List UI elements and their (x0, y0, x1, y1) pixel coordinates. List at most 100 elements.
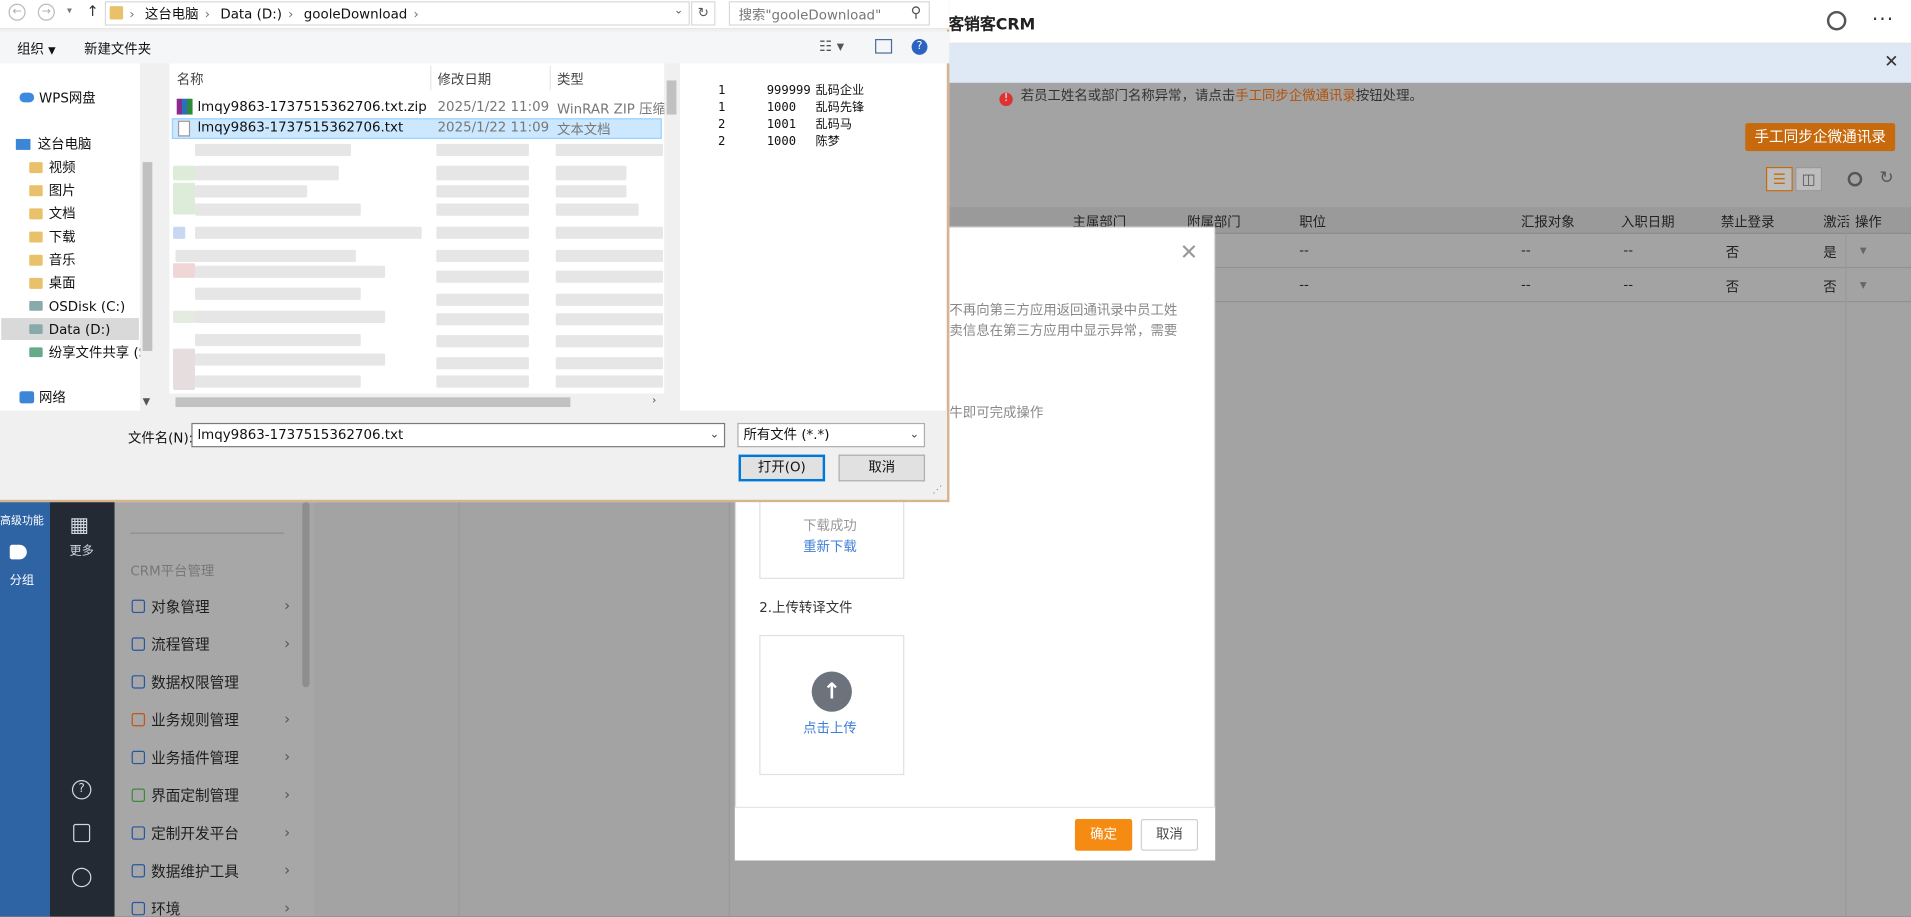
sync-link[interactable]: 手工同步企微通讯录 (1235, 88, 1356, 104)
up-icon[interactable]: ↑ (87, 2, 99, 19)
file-list-vertical-thumb[interactable] (666, 80, 677, 115)
filename-value: lmqy9863-1737515362706.txt (197, 426, 404, 443)
breadcrumb-data-d[interactable]: Data (D:) (220, 6, 282, 22)
tree-item-share-drive[interactable]: 纷享文件共享 (S: (29, 341, 152, 363)
file-list-horizontal-thumb[interactable] (175, 397, 571, 408)
tree-item-desktop[interactable]: 桌面 (29, 272, 76, 294)
blurred-file-row (175, 249, 356, 263)
close-notice-icon[interactable]: ✕ (1884, 52, 1898, 72)
list-view-icon[interactable]: ☰ (1765, 166, 1793, 192)
cell-join-date: -- (1623, 276, 1634, 293)
new-folder-button[interactable]: 新建文件夹 (84, 39, 151, 59)
address-dropdown-icon[interactable]: ⌄ (674, 5, 683, 17)
file-row-zip[interactable]: lmqy9863-1737515362706.txt.zip 2025/1/22… (172, 98, 679, 119)
file-row-txt-selected[interactable]: lmqy9863-1737515362706.txt 2025/1/22 11:… (171, 118, 662, 139)
menu-item-data-maintenance[interactable]: 数据维护工具 › (131, 858, 290, 882)
preview-pane-icon[interactable] (875, 39, 893, 54)
tree-item-music[interactable]: 音乐 (29, 249, 76, 271)
sync-wecom-button[interactable]: 手工同步企微通讯录 (1745, 123, 1896, 152)
back-icon[interactable]: ← (8, 3, 26, 21)
organize-button[interactable]: 组织 ▼ (17, 39, 56, 59)
clock-icon[interactable] (71, 867, 92, 888)
network-drive-icon (29, 347, 43, 358)
refresh-icon[interactable]: ↻ (1879, 168, 1893, 188)
filename-input[interactable]: lmqy9863-1737515362706.txt ⌄ (191, 422, 726, 448)
chevron-right-icon: › (284, 823, 291, 841)
tree-item-pictures[interactable]: 图片 (29, 179, 76, 201)
modal-cancel-button[interactable]: 取消 (1140, 819, 1199, 851)
tree-item-downloads[interactable]: 下载 (29, 225, 76, 247)
preview-cell: 2 (717, 135, 726, 149)
help-icon[interactable]: ? (71, 780, 92, 800)
book-icon[interactable] (73, 823, 91, 843)
file-name: lmqy9863-1737515362706.txt.zip (197, 98, 427, 115)
upload-label[interactable]: 点击上传 (803, 718, 857, 738)
column-divider (430, 65, 432, 91)
dialog-cancel-button[interactable]: 取消 (838, 454, 926, 482)
chevron-down-icon[interactable]: ⌄ (910, 424, 919, 446)
tree-item-videos[interactable]: 视频 (29, 156, 76, 178)
tag-icon[interactable] (9, 544, 27, 560)
menu-item-process-management[interactable]: 流程管理 › (131, 631, 290, 655)
tree-label: 文档 (48, 205, 76, 222)
modal-close-icon[interactable]: ✕ (1180, 242, 1198, 265)
navigation-scroll-thumb[interactable] (142, 162, 153, 351)
tree-item-d-drive[interactable]: Data (D:) (29, 318, 110, 340)
forward-icon[interactable]: → (37, 3, 55, 21)
grid-icon[interactable]: ▦ (69, 513, 89, 537)
group-label[interactable]: 分组 (10, 569, 34, 587)
menu-item-business-plugins[interactable]: 业务插件管理 › (131, 745, 290, 769)
dialog-help-icon[interactable]: ? (911, 39, 928, 55)
tree-item-this-pc[interactable]: 这台电脑 (15, 133, 91, 155)
cell-report-to: -- (1521, 276, 1531, 293)
scroll-down-icon[interactable]: ▼ (143, 396, 151, 407)
blurred-file-row (555, 249, 663, 263)
address-refresh-icon[interactable]: ↻ (691, 1, 716, 26)
chevron-down-icon[interactable]: ⌄ (710, 424, 719, 446)
column-name[interactable]: 名称 (177, 69, 204, 89)
search-input[interactable]: 搜索"gooleDownload" ⚲ (728, 1, 930, 26)
open-button[interactable]: 打开(O) (738, 454, 826, 482)
recent-locations-icon[interactable]: ▾ (67, 5, 72, 16)
more-label[interactable]: 更多 (69, 540, 93, 558)
menu-item-data-permission[interactable]: 数据权限管理 (131, 669, 290, 693)
tree-item-wps[interactable]: WPS网盘 (19, 87, 96, 109)
file-type: 文本文档 (556, 121, 611, 138)
file-type-filter[interactable]: 所有文件 (*.*) ⌄ (737, 422, 926, 448)
row-dropdown-icon[interactable]: ▾ (1860, 243, 1867, 259)
resize-grip-icon[interactable]: ⋰ (932, 484, 942, 495)
split-view-icon[interactable]: ◫ (1795, 166, 1823, 192)
blurred-file-row (555, 165, 627, 181)
menu-item-label: 业务插件管理 (151, 748, 239, 766)
confirm-button[interactable]: 确定 (1074, 819, 1133, 851)
column-date[interactable]: 修改日期 (438, 69, 492, 89)
column-type[interactable]: 类型 (557, 69, 584, 89)
menu-item-custom-dev[interactable]: 定制开发平台 › (131, 820, 291, 844)
row-dropdown-icon[interactable]: ▾ (1860, 277, 1867, 293)
vertical-divider (1845, 207, 1847, 917)
menu-item-environment[interactable]: 环境 › (131, 896, 290, 917)
redownload-link[interactable]: 重新下载 (803, 536, 857, 556)
blurred-file-row (195, 310, 386, 323)
breadcrumb-goole-download[interactable]: gooleDownload (304, 6, 408, 22)
scroll-right-icon[interactable]: › (652, 395, 656, 407)
preview-cell: 陈梦 (815, 135, 840, 149)
column-settings-icon[interactable] (1847, 171, 1863, 187)
view-options-icon[interactable]: ☷ ▾ (819, 38, 844, 55)
step2-title: 2.上传转译文件 (759, 599, 853, 616)
tree-item-documents[interactable]: 文档 (29, 202, 76, 224)
tree-item-c-drive[interactable]: OSDisk (C:) (29, 295, 125, 317)
menu-item-business-rules[interactable]: 业务规则管理 › (131, 707, 290, 731)
blurred-file-icon (173, 310, 195, 323)
menu-item-ui-customization[interactable]: 界面定制管理 › (131, 782, 290, 806)
breadcrumb-this-pc[interactable]: 这台电脑 (145, 6, 199, 22)
download-status: 下载成功 (803, 517, 857, 534)
tree-label: OSDisk (C:) (48, 297, 126, 314)
settings-icon[interactable] (1826, 10, 1847, 31)
warning-text: 若员工姓名或部门名称异常，请点击 (1020, 87, 1236, 104)
tree-item-network[interactable]: 网络 (19, 386, 66, 408)
advanced-features-label[interactable]: 高级功能 (0, 512, 44, 528)
menu-item-object-management[interactable]: 对象管理 › (131, 594, 290, 618)
menu-scrollbar[interactable] (302, 502, 310, 688)
more-icon[interactable]: ··· (1872, 7, 1894, 30)
